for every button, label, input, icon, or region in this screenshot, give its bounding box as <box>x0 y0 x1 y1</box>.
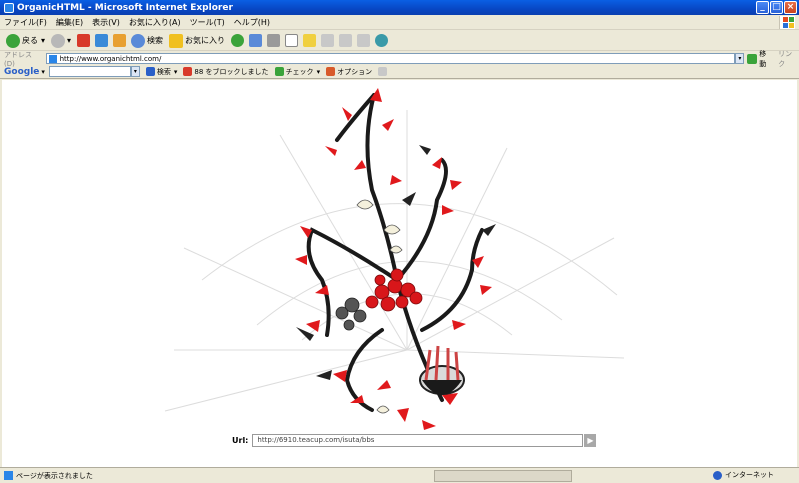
mail-icon[interactable] <box>249 34 263 47</box>
options-icon <box>326 67 336 76</box>
status-bar: ページが表示されました インターネット <box>0 467 799 483</box>
white-blossoms <box>356 199 403 414</box>
forward-button[interactable]: ▾ <box>51 33 71 48</box>
menu-file[interactable]: ファイル(F) <box>4 17 47 28</box>
popup-block-icon <box>183 67 193 76</box>
menu-edit[interactable]: 編集(E) <box>56 17 83 28</box>
menu-tools[interactable]: ツール(T) <box>190 17 225 28</box>
security-zone: インターネット <box>713 470 774 480</box>
close-button[interactable]: × <box>784 1 797 14</box>
pencil-icon <box>378 67 388 76</box>
forward-arrow-icon <box>51 33 66 48</box>
maximize-button[interactable]: □ <box>770 1 783 14</box>
google-search-dropdown[interactable]: ▾ <box>130 66 140 77</box>
status-tray-icons <box>434 470 572 482</box>
favorites-label: お気に入り <box>185 36 226 45</box>
doc-icon[interactable] <box>339 34 353 47</box>
refresh-icon[interactable] <box>95 34 109 47</box>
search-label: 検索 <box>147 36 164 45</box>
google-search-button[interactable]: 検索 ▾ <box>145 67 177 77</box>
star-icon <box>169 33 184 48</box>
minimize-button[interactable]: _ <box>756 1 769 14</box>
red-berry-cluster <box>365 268 423 312</box>
edit-icon[interactable] <box>285 34 299 47</box>
research-icon[interactable] <box>321 34 335 47</box>
url-form: Url: http://6910.teacup.com/isuta/bbs ▶ <box>232 434 597 447</box>
standard-toolbar: 戻る ▾ ▾ 検索 お気に入り <box>0 31 799 51</box>
address-input[interactable]: http://www.organichtml.com/ <box>45 53 736 64</box>
title-bar[interactable]: OrganicHTML - Microsoft Internet Explore… <box>0 0 799 15</box>
address-bar: アドレス(D) http://www.organichtml.com/ ▾ 移動… <box>0 50 799 68</box>
menu-view[interactable]: 表示(V) <box>92 17 120 28</box>
window-title: OrganicHTML - Microsoft Internet Explore… <box>17 2 233 13</box>
abc-check-icon <box>274 67 284 76</box>
stop-icon[interactable] <box>77 34 91 47</box>
page-done-icon <box>4 471 13 480</box>
history-icon[interactable] <box>231 34 245 47</box>
favorites-button[interactable]: お気に入り <box>169 33 226 48</box>
status-text: ページが表示されました <box>16 471 93 480</box>
organic-flower-artwork <box>164 88 625 430</box>
options-button[interactable]: オプション <box>326 67 372 77</box>
search-icon <box>131 33 146 48</box>
highlight-button[interactable] <box>378 67 389 76</box>
google-toolbar: Google ▾ ▾ 検索 ▾ 88 をブロックしました チェック ▾ オプショ… <box>0 65 799 79</box>
address-dropdown[interactable]: ▾ <box>735 53 745 64</box>
flower-pot <box>419 345 465 395</box>
google-logo[interactable]: Google <box>4 67 39 77</box>
address-url: http://www.organichtml.com/ <box>59 54 162 63</box>
menu-bar: ファイル(F) 編集(E) 表示(V) お気に入り(A) ツール(T) ヘルプ(… <box>0 15 799 30</box>
ie-window: OrganicHTML - Microsoft Internet Explore… <box>0 0 799 483</box>
menu-help[interactable]: ヘルプ(H) <box>234 17 270 28</box>
window-controls: _ □ × <box>756 1 797 14</box>
back-arrow-icon <box>6 33 20 48</box>
back-label: 戻る <box>22 36 38 45</box>
page-icon <box>48 54 57 63</box>
spell-check-button[interactable]: チェック ▾ <box>274 67 320 77</box>
globe-icon <box>713 470 722 480</box>
url-go-button[interactable]: ▶ <box>584 434 597 447</box>
messenger-icon[interactable] <box>303 34 317 47</box>
google-search-input[interactable] <box>48 66 131 77</box>
tools-icon[interactable] <box>357 34 371 47</box>
page-content: Url: http://6910.teacup.com/isuta/bbs ▶ <box>2 80 797 467</box>
popup-blocker[interactable]: 88 をブロックしました <box>183 67 269 77</box>
print-icon[interactable] <box>267 34 281 47</box>
ie-app-icon <box>4 2 14 13</box>
back-button[interactable]: 戻る ▾ <box>6 33 45 48</box>
google-g-icon <box>145 67 155 76</box>
network-icon[interactable] <box>375 34 389 47</box>
go-arrow-icon <box>747 53 758 64</box>
url-input[interactable]: http://6910.teacup.com/isuta/bbs <box>252 434 584 447</box>
windows-logo-icon <box>779 16 795 29</box>
home-icon[interactable] <box>113 34 127 47</box>
menu-favorites[interactable]: お気に入り(A) <box>129 17 181 28</box>
url-label: Url: <box>232 436 249 445</box>
zone-label: インターネット <box>725 471 774 479</box>
search-button[interactable]: 検索 <box>131 33 164 48</box>
